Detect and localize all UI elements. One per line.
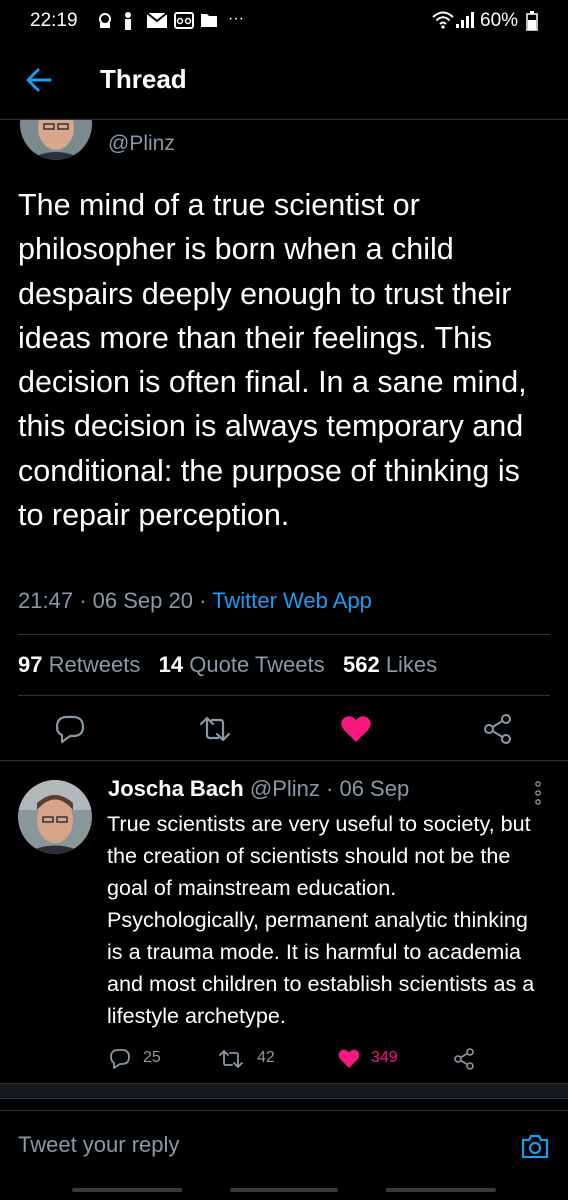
more-notifications-indicator: ··· [228, 10, 244, 27]
person-notification-icon [125, 12, 131, 30]
more-options-icon[interactable] [531, 780, 545, 806]
status-bar: 22:19 ··· 60% [0, 0, 568, 44]
reply-header: Joscha Bach @Plinz · 06 Sep [108, 776, 409, 802]
meta-separator: · [199, 588, 207, 613]
share-icon[interactable] [481, 712, 515, 746]
quotes-label: Quote Tweets [189, 652, 325, 677]
vpn-icon [99, 13, 111, 28]
tweet-date: 06 Sep 20 [92, 588, 193, 613]
quotes-stat[interactable]: 14 Quote Tweets [159, 652, 325, 677]
back-button[interactable] [24, 64, 54, 96]
reply-retweet-icon[interactable] [218, 1047, 244, 1071]
likes-stat[interactable]: 562 Likes [343, 652, 437, 677]
quotes-count: 14 [158, 652, 184, 677]
reply-input[interactable] [18, 1132, 488, 1158]
tweet-source-link[interactable]: Twitter Web App [212, 588, 372, 613]
reply-icon[interactable] [53, 712, 87, 746]
reply-like-heart-icon[interactable] [337, 1047, 361, 1071]
nav-gesture-bar-right [386, 1188, 496, 1192]
retweets-count: 97 [18, 652, 43, 677]
reply-comment-icon[interactable] [108, 1047, 132, 1071]
reply-likes-count: 349 [371, 1049, 398, 1066]
folder-icon [201, 14, 217, 27]
likes-label: Likes [385, 652, 438, 677]
thread-divider [0, 760, 568, 761]
voicemail-icon [174, 12, 194, 29]
mail-icon [146, 12, 168, 28]
reply-separator: · [326, 776, 334, 801]
retweet-icon[interactable] [198, 712, 232, 746]
status-time: 22:19 [30, 10, 78, 31]
wifi-icon [432, 11, 454, 29]
camera-icon[interactable] [520, 1131, 550, 1161]
reply-author-name[interactable]: Joscha Bach [108, 776, 244, 801]
stats-divider-bottom [18, 695, 550, 696]
tweet-text: The mind of a true scientist or philosop… [18, 188, 527, 533]
meta-separator: · [79, 588, 87, 613]
tweet-stats: 97 Retweets 14 Quote Tweets 562 Likes [18, 652, 437, 678]
likes-count: 562 [342, 652, 380, 677]
author-handle[interactable]: @Plinz [108, 132, 175, 156]
header-bar [0, 44, 568, 119]
retweets-stat[interactable]: 97 Retweets [18, 652, 140, 677]
tweet-time: 21:47 [18, 588, 74, 613]
reply-author-handle[interactable]: @Plinz [250, 776, 320, 801]
reply-share-icon[interactable] [452, 1047, 476, 1071]
header-title: Thread [100, 64, 187, 94]
reply-text: True scientists are very useful to socie… [107, 811, 535, 1028]
signal-icon [456, 12, 474, 28]
like-heart-icon[interactable] [339, 712, 373, 746]
nav-gesture-bar-left [72, 1188, 182, 1192]
retweets-label: Retweets [48, 652, 141, 677]
reply-date: 06 Sep [339, 776, 410, 801]
header-divider [0, 119, 568, 120]
reply-replies-count: 25 [143, 1049, 161, 1066]
section-separator [0, 1083, 568, 1099]
nav-gesture-bar-center [230, 1188, 338, 1192]
battery-percentage: 60% [480, 10, 519, 31]
battery-icon [526, 11, 538, 31]
reply-author-avatar[interactable] [18, 780, 92, 854]
tweet-meta: 21:47 · 06 Sep 20 · Twitter Web App [18, 588, 372, 614]
stats-divider-top [18, 634, 550, 635]
reply-retweets-count: 42 [257, 1049, 275, 1066]
